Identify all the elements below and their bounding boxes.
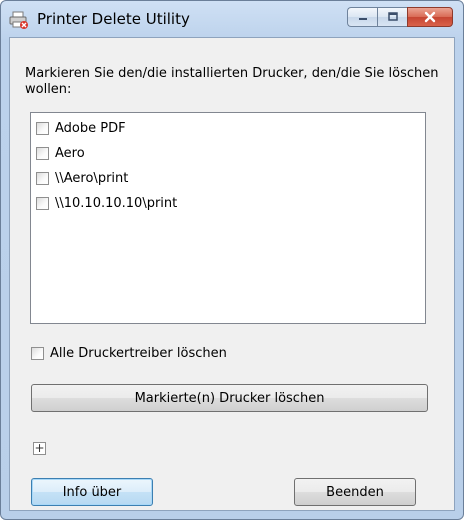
printer-checkbox[interactable] [36,146,49,160]
printer-label: Adobe PDF [55,120,126,136]
printer-checkbox[interactable] [36,121,49,135]
delete-all-drivers-checkbox[interactable] [31,346,44,360]
printer-checkbox[interactable] [36,171,49,185]
list-item[interactable]: Aero [36,143,85,163]
list-item[interactable]: \\10.10.10.10\print [36,193,177,213]
expand-button[interactable]: + [33,442,46,455]
printer-delete-icon [9,11,28,29]
minimize-button[interactable] [347,7,377,27]
list-item[interactable]: Adobe PDF [36,118,126,138]
delete-all-drivers-label: Alle Druckertreiber löschen [50,345,227,361]
close-icon [424,11,436,23]
info-button[interactable]: Info über [31,478,153,506]
close-button[interactable] [407,7,453,27]
delete-all-drivers-option[interactable]: Alle Druckertreiber löschen [31,343,227,363]
minimize-icon [358,18,367,20]
title-bar[interactable]: Printer Delete Utility [1,1,463,37]
maximize-button[interactable] [377,7,407,27]
exit-button[interactable]: Beenden [294,478,416,506]
window-title: Printer Delete Utility [37,10,190,28]
window-caption-buttons [347,7,453,27]
list-item[interactable]: \\Aero\print [36,168,128,188]
printer-label: Aero [55,145,85,161]
printer-checkbox[interactable] [36,196,49,210]
maximize-icon [387,12,398,21]
instruction-text: Markieren Sie den/die installierten Druc… [25,66,439,97]
delete-selected-printers-button[interactable]: Markierte(n) Drucker löschen [31,384,428,412]
printer-label: \\Aero\print [55,170,129,186]
printer-list[interactable]: Adobe PDF Aero \\Aero\print \\10.10.10.1… [30,112,426,324]
printer-label: \\10.10.10.10\print [55,195,178,211]
